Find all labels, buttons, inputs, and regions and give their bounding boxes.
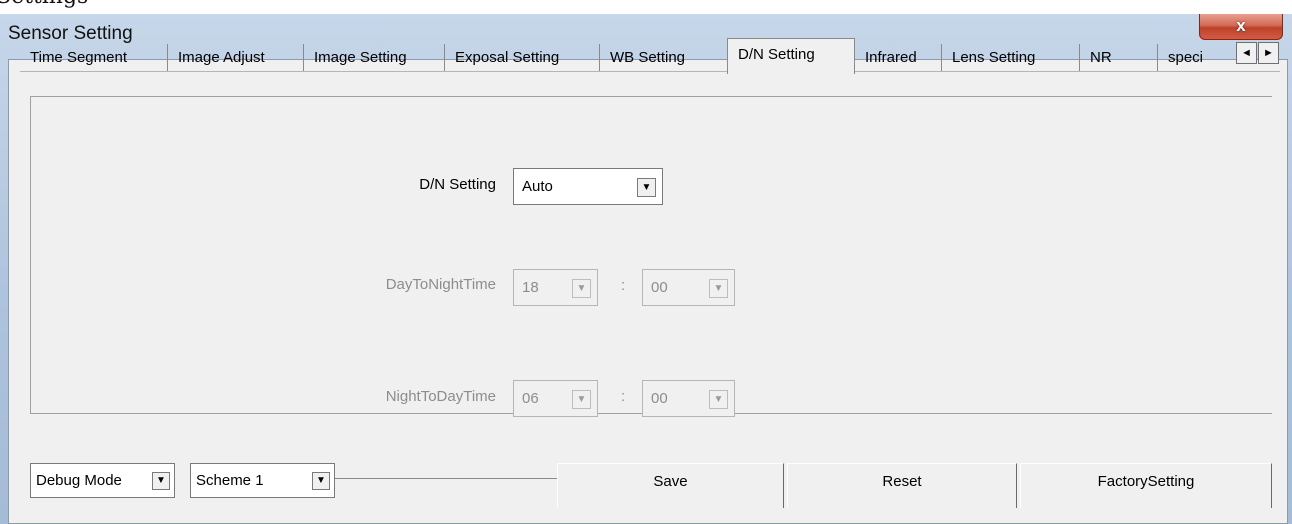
chevron-down-icon[interactable]: ▼ <box>572 390 591 409</box>
day-to-night-minute-value: 00 <box>651 279 668 296</box>
tab-nr[interactable]: NR <box>1080 44 1158 72</box>
close-icon: x <box>1236 16 1246 35</box>
day-to-night-colon: : <box>621 277 626 294</box>
night-to-day-hour-select[interactable]: 06 ▼ <box>513 380 598 417</box>
reset-button[interactable]: Reset <box>787 463 1017 508</box>
scheme-value: Scheme 1 <box>196 472 264 489</box>
chevron-down-icon[interactable]: ▼ <box>709 279 728 298</box>
tab-lens-setting[interactable]: Lens Setting <box>942 44 1080 72</box>
day-to-night-hour-select[interactable]: 18 ▼ <box>513 269 598 306</box>
tab-panel-top-border <box>20 71 1280 72</box>
tab-special[interactable]: speci <box>1158 44 1235 72</box>
chevron-down-icon[interactable]: ▼ <box>572 279 591 298</box>
dn-setting-label: D/N Setting <box>419 176 496 193</box>
debug-mode-value: Debug Mode <box>36 472 122 489</box>
night-to-day-label: NightToDayTime <box>385 388 496 405</box>
tab-time-segment[interactable]: Time Segment <box>20 44 168 72</box>
tab-scroll-left-icon[interactable]: ◄ <box>1236 42 1257 64</box>
debug-mode-select[interactable]: Debug Mode ▼ <box>30 463 175 498</box>
tab-image-adjust[interactable]: Image Adjust <box>168 44 304 72</box>
dn-setting-group <box>30 96 1272 414</box>
dn-setting-select[interactable]: Auto ▼ <box>513 168 663 205</box>
dn-setting-value: Auto <box>522 178 553 195</box>
night-to-day-hour-value: 06 <box>522 390 539 407</box>
tab-wb-setting[interactable]: WB Setting <box>600 44 727 72</box>
night-to-day-minute-value: 00 <box>651 390 668 407</box>
night-to-day-colon: : <box>621 388 626 405</box>
tab-exposal-setting[interactable]: Exposal Setting <box>445 44 600 72</box>
chevron-down-icon[interactable]: ▼ <box>637 178 656 197</box>
chevron-down-icon[interactable]: ▼ <box>152 472 170 490</box>
tab-scroll-right-icon[interactable]: ► <box>1258 42 1279 64</box>
factory-setting-button[interactable]: FactorySetting <box>1020 463 1272 508</box>
scheme-select[interactable]: Scheme 1 ▼ <box>190 463 335 498</box>
sensor-setting-window: Sensor Setting x Time Segment Image Adju… <box>0 14 1292 524</box>
day-to-night-label: DayToNightTime <box>385 276 496 293</box>
tab-dn-setting[interactable]: D/N Setting <box>727 38 855 74</box>
tab-infrared[interactable]: Infrared <box>855 44 942 72</box>
chevron-down-icon[interactable]: ▼ <box>709 390 728 409</box>
tab-image-setting[interactable]: Image Setting <box>304 44 445 72</box>
outer-title: Settings <box>0 0 88 9</box>
chevron-down-icon[interactable]: ▼ <box>312 472 330 490</box>
outer-header: Settings <box>0 0 1292 14</box>
save-button[interactable]: Save <box>557 463 784 508</box>
tab-strip: Time Segment Image Adjust Image Setting … <box>20 38 1280 74</box>
day-to-night-hour-value: 18 <box>522 279 539 296</box>
night-to-day-minute-select[interactable]: 00 ▼ <box>642 380 735 417</box>
day-to-night-minute-select[interactable]: 00 ▼ <box>642 269 735 306</box>
close-button[interactable]: x <box>1199 14 1283 40</box>
